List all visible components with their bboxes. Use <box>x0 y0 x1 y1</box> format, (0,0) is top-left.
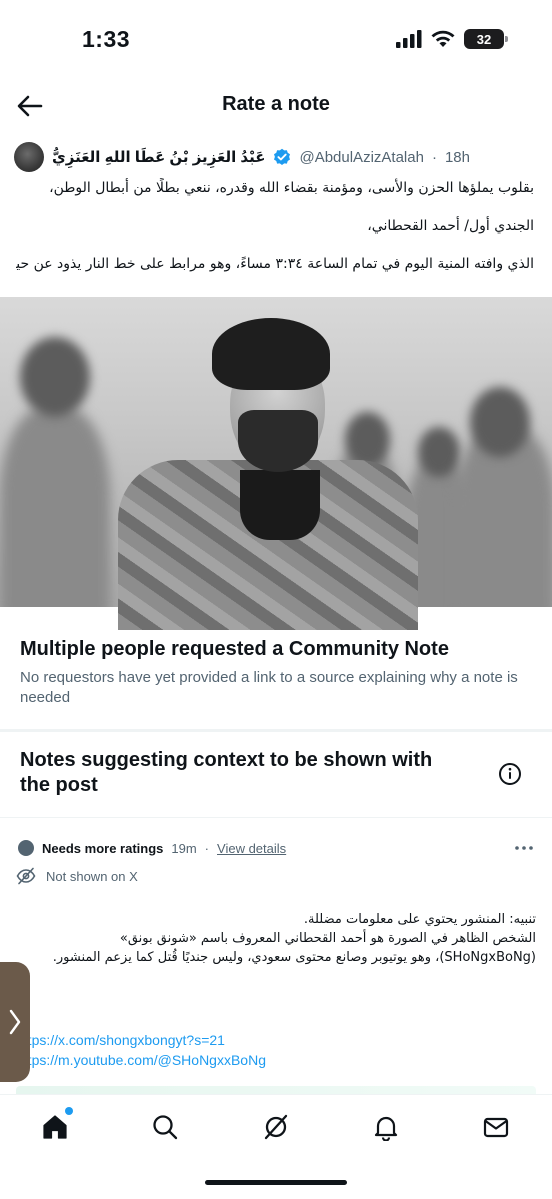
note-line: (SHoNgxBoNg)، وهو يوتيوبر وصانع محتوى سع… <box>52 950 536 965</box>
tab-messages[interactable] <box>480 1111 512 1143</box>
photo-background-figure <box>20 337 90 417</box>
eye-off-icon <box>16 867 36 885</box>
photo-shirt <box>240 470 320 540</box>
tweet-line: الذي وافته المنية اليوم في تمام الساعة ٣… <box>16 256 534 272</box>
note-status: Needs more ratings <box>42 840 164 856</box>
photo-background-figure <box>0 407 110 607</box>
side-panel-handle[interactable] <box>0 962 30 1082</box>
wifi-icon <box>431 30 455 47</box>
more-icon <box>515 846 533 850</box>
note-line: الشخص الظاهر في الصورة هو أحمد القحطاني … <box>119 931 536 946</box>
verified-badge-icon <box>274 148 291 165</box>
note-visibility-row: Not shown on X <box>16 864 138 888</box>
note-meta-row: Needs more ratings 19m · View details <box>18 836 536 860</box>
tweet-time: 18h <box>444 148 470 166</box>
page-title: Rate a note <box>222 93 330 115</box>
battery-indicator: 32 <box>464 29 508 49</box>
note-links: https://x.com/shongxbongyt?s=21 https://… <box>16 1030 266 1070</box>
tab-home[interactable] <box>39 1107 73 1143</box>
avatar[interactable] <box>14 142 44 172</box>
note-source-link[interactable]: https://m.youtube.com/@SHoNgxxBoNg <box>16 1050 266 1070</box>
note-request-section: Multiple people requested a Community No… <box>0 608 552 730</box>
notes-section-title: Notes suggesting context to be shown wit… <box>20 749 433 796</box>
status-time: 1:33 <box>82 26 131 52</box>
home-icon <box>43 1115 67 1139</box>
grok-icon <box>264 1114 288 1140</box>
header: Rate a note <box>0 80 552 132</box>
tab-grok[interactable] <box>260 1111 292 1143</box>
mail-icon <box>483 1117 509 1138</box>
photo-background-figure <box>418 427 460 477</box>
note-source-link[interactable]: https://x.com/shongxbongyt?s=21 <box>16 1030 266 1050</box>
photo-cap <box>212 318 330 390</box>
info-button[interactable] <box>498 762 522 786</box>
note-body: تنبيه: المنشور يحتوي على معلومات مضللة. … <box>16 910 536 967</box>
status-icons: 32 <box>396 29 508 49</box>
author-name[interactable]: عَبْدُ العَزِيز بْنُ عَطَا اللهِ العَنَز… <box>52 148 265 166</box>
more-options-button[interactable] <box>512 838 536 858</box>
note-status-icon <box>18 840 34 856</box>
home-indicator <box>205 1180 347 1185</box>
tab-notifications[interactable] <box>370 1111 402 1143</box>
note-age: 19m <box>171 840 197 856</box>
note-line: تنبيه: المنشور يحتوي على معلومات مضللة. <box>303 912 536 927</box>
info-icon <box>499 763 521 785</box>
notification-dot <box>65 1107 73 1115</box>
notes-section-header: Notes suggesting context to be shown wit… <box>0 732 552 818</box>
photo-background-figure <box>470 387 530 457</box>
photo-beard <box>238 410 318 472</box>
status-bar: 1:33 32 <box>0 0 552 80</box>
request-title: Multiple people requested a Community No… <box>20 638 449 660</box>
tweet-line: بقلوب يملؤها الحزن والأسى، ومؤمنة بقضاء … <box>49 180 534 196</box>
signal-icon <box>396 30 422 48</box>
chevron-right-icon <box>9 1009 21 1035</box>
author-handle[interactable]: @AbdulAzizAtalah <box>299 149 423 166</box>
request-description: No requestors have yet provided a link t… <box>20 669 518 706</box>
photo-background-figure <box>345 412 390 467</box>
bell-icon <box>374 1116 398 1141</box>
tweet-author-row: عَبْدُ العَزِيز بْنُ عَطَا اللهِ العَنَز… <box>14 140 538 174</box>
search-icon <box>153 1115 178 1140</box>
note-visibility-status: Not shown on X <box>46 868 138 884</box>
tab-search[interactable] <box>149 1111 181 1143</box>
next-note-preview <box>16 1086 536 1094</box>
separator-dot: · <box>204 840 210 856</box>
tweet-line: الجندي أول/ أحمد القحطاني، <box>367 218 534 234</box>
view-details-link[interactable]: View details <box>217 841 286 856</box>
separator-dot: · <box>431 148 437 166</box>
tweet-text[interactable]: بقلوب يملؤها الحزن والأسى، ومؤمنة بقضاء … <box>16 178 534 292</box>
